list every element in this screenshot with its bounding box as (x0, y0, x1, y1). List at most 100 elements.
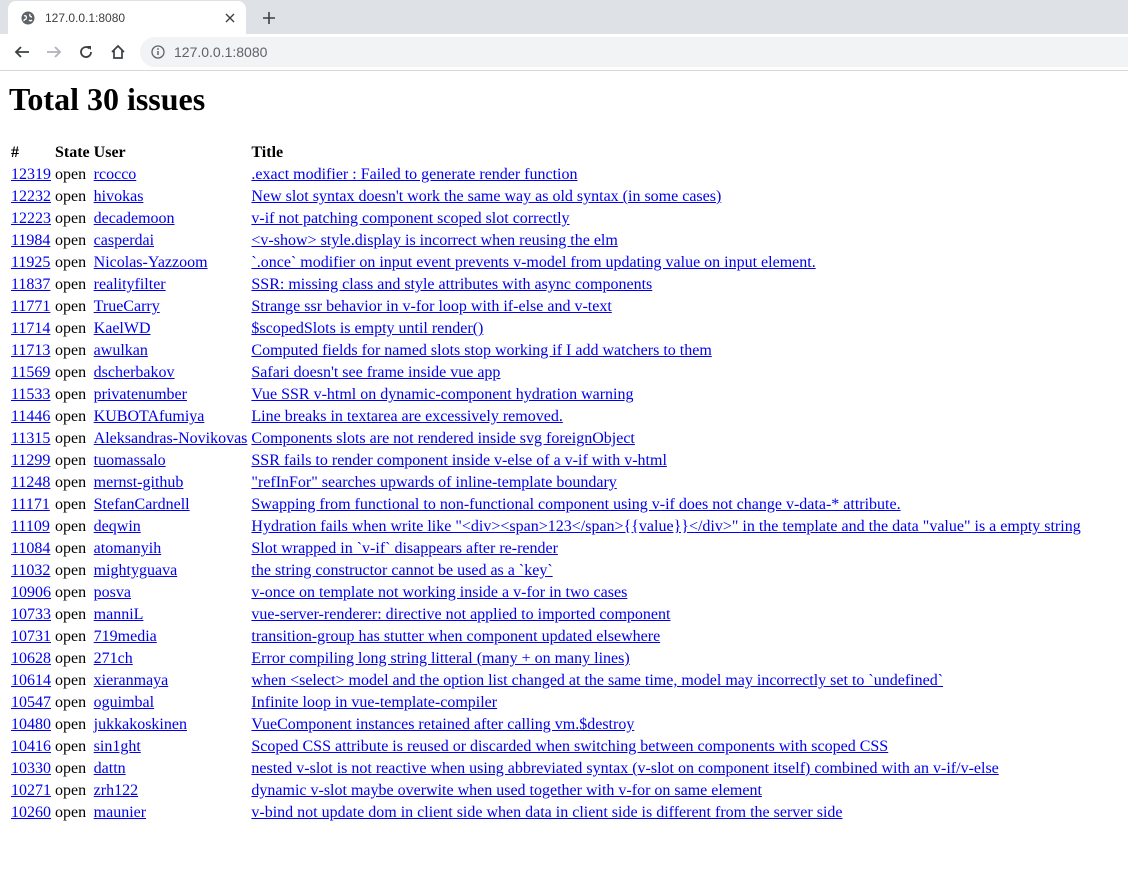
issue-number-link[interactable]: 10547 (11, 694, 51, 711)
issue-number-link[interactable]: 10733 (11, 606, 51, 623)
issue-title-link[interactable]: SSR: missing class and style attributes … (251, 276, 652, 293)
issue-user-link[interactable]: mightyguava (94, 562, 178, 579)
issue-number-link[interactable]: 11771 (11, 298, 50, 315)
issue-title-link[interactable]: Strange ssr behavior in v-for loop with … (251, 298, 611, 315)
issue-user-link[interactable]: Nicolas-Yazzoom (94, 254, 208, 271)
issue-number-link[interactable]: 11248 (11, 474, 50, 491)
issue-number-link[interactable]: 11084 (11, 540, 50, 557)
issue-user-link[interactable]: xieranmaya (94, 672, 169, 689)
issue-title-link[interactable]: Line breaks in textarea are excessively … (251, 408, 562, 425)
issue-user-link[interactable]: dattn (94, 760, 126, 777)
issue-number-link[interactable]: 11109 (11, 518, 50, 535)
issue-user-link[interactable]: jukkakoskinen (94, 716, 187, 733)
issue-title-link[interactable]: when <select> model and the option list … (251, 672, 943, 689)
issue-title-link[interactable]: VueComponent instances retained after ca… (251, 716, 634, 733)
issue-user-link[interactable]: StefanCardnell (94, 496, 190, 513)
issue-number-link[interactable]: 11569 (11, 364, 50, 381)
issue-user-link[interactable]: realityfilter (94, 276, 166, 293)
issue-title-link[interactable]: $scopedSlots is empty until render() (251, 320, 483, 337)
issue-title-link[interactable]: Hydration fails when write like "<div><s… (251, 518, 1080, 535)
issue-number-link[interactable]: 10271 (11, 782, 51, 799)
issue-title-link[interactable]: Slot wrapped in `v-if` disappears after … (251, 540, 558, 557)
issue-title-link[interactable]: SSR fails to render component inside v-e… (251, 452, 666, 469)
issue-number-link[interactable]: 12223 (11, 210, 51, 227)
issue-title-link[interactable]: v-if not patching component scoped slot … (251, 210, 569, 227)
issue-user-link[interactable]: KUBOTAfumiya (94, 408, 205, 425)
home-icon[interactable] (104, 38, 132, 66)
issue-number-link[interactable]: 11032 (11, 562, 50, 579)
issue-user-link[interactable]: awulkan (94, 342, 148, 359)
issue-title-link[interactable]: nested v-slot is not reactive when using… (251, 760, 998, 777)
issue-user-link[interactable]: 719media (94, 628, 157, 645)
issue-number-link[interactable]: 10260 (11, 804, 51, 821)
issue-user-link[interactable]: maunier (94, 804, 146, 821)
issue-title-link[interactable]: .exact modifier : Failed to generate ren… (251, 166, 577, 183)
issue-user-link[interactable]: rcocco (94, 166, 137, 183)
issue-user-link[interactable]: sin1ght (94, 738, 141, 755)
url-text[interactable]: 127.0.0.1:8080 (174, 44, 267, 60)
issue-number-link[interactable]: 11533 (11, 386, 50, 403)
plus-icon[interactable] (258, 7, 280, 29)
issue-user-link[interactable]: hivokas (94, 188, 144, 205)
issue-user-link[interactable]: TrueCarry (94, 298, 160, 315)
issue-number-link[interactable]: 10906 (11, 584, 51, 601)
issue-number-link[interactable]: 12319 (11, 166, 51, 183)
issue-user-link[interactable]: manniL (94, 606, 144, 623)
issue-user-link[interactable]: KaelWD (94, 320, 151, 337)
issue-title-link[interactable]: `.once` modifier on input event prevents… (251, 254, 815, 271)
issue-title-link[interactable]: <v-show> style.display is incorrect when… (251, 232, 617, 249)
issue-title-link[interactable]: transition-group has stutter when compon… (251, 628, 660, 645)
issue-title-link[interactable]: v-bind not update dom in client side whe… (251, 804, 842, 821)
issue-title-link[interactable]: Infinite loop in vue-template-compiler (251, 694, 497, 711)
issue-number-link[interactable]: 11171 (11, 496, 50, 513)
issue-user-link[interactable]: Aleksandras-Novikovas (94, 430, 248, 447)
issue-user-link[interactable]: tuomassalo (94, 452, 166, 469)
issue-number-link[interactable]: 11315 (11, 430, 50, 447)
issue-user-link[interactable]: privatenumber (94, 386, 187, 403)
issue-number-link[interactable]: 10628 (11, 650, 51, 667)
issue-title-link[interactable]: Swapping from functional to non-function… (251, 496, 900, 513)
issue-number-link[interactable]: 12232 (11, 188, 51, 205)
issue-number-link[interactable]: 11837 (11, 276, 50, 293)
issue-user-link[interactable]: casperdai (94, 232, 154, 249)
issue-number-link[interactable]: 10330 (11, 760, 51, 777)
issue-title-link[interactable]: Scoped CSS attribute is reused or discar… (251, 738, 888, 755)
issue-number-link[interactable]: 10416 (11, 738, 51, 755)
issue-user-link[interactable]: dscherbakov (94, 364, 175, 381)
issue-title-link[interactable]: "refInFor" searches upwards of inline-te… (251, 474, 616, 491)
issue-user-link[interactable]: atomanyih (94, 540, 162, 557)
issue-user-link[interactable]: deqwin (94, 518, 141, 535)
issue-user-link[interactable]: zrh122 (94, 782, 138, 799)
issue-title-link[interactable]: Error compiling long string litteral (ma… (251, 650, 629, 667)
back-arrow-icon[interactable] (8, 38, 36, 66)
issue-number-link[interactable]: 11984 (11, 232, 50, 249)
issue-title-link[interactable]: New slot syntax doesn't work the same wa… (251, 188, 721, 205)
address-bar[interactable]: 127.0.0.1:8080 (140, 37, 1128, 67)
issue-number-link[interactable]: 11299 (11, 452, 50, 469)
issue-number-link[interactable]: 10614 (11, 672, 51, 689)
issue-title-link[interactable]: v-once on template not working inside a … (251, 584, 627, 601)
issue-title-link[interactable]: Computed fields for named slots stop wor… (251, 342, 711, 359)
reload-icon[interactable] (72, 38, 100, 66)
issue-number-link[interactable]: 10480 (11, 716, 51, 733)
issue-title-link[interactable]: Vue SSR v-html on dynamic-component hydr… (251, 386, 633, 403)
issue-user-link[interactable]: mernst-github (94, 474, 184, 491)
issue-title-link[interactable]: Components slots are not rendered inside… (251, 430, 634, 447)
active-tab[interactable]: 127.0.0.1:8080 (8, 1, 246, 34)
issue-user-link[interactable]: posva (94, 584, 131, 601)
issue-user-link[interactable]: decademoon (94, 210, 175, 227)
issue-number-link[interactable]: 11446 (11, 408, 50, 425)
issue-user-link[interactable]: 271ch (94, 650, 133, 667)
issue-title-link[interactable]: Safari doesn't see frame inside vue app (251, 364, 500, 381)
issue-title-link[interactable]: dynamic v-slot maybe overwite when used … (251, 782, 762, 799)
issue-number-link[interactable]: 11925 (11, 254, 50, 271)
issue-title-link[interactable]: the string constructor cannot be used as… (251, 562, 552, 579)
issue-user-link[interactable]: oguimbal (94, 694, 154, 711)
forward-arrow-icon[interactable] (40, 38, 68, 66)
issue-number-link[interactable]: 11714 (11, 320, 50, 337)
issue-number-link[interactable]: 11713 (11, 342, 50, 359)
issue-title-link[interactable]: vue-server-renderer: directive not appli… (251, 606, 670, 623)
issue-number-link[interactable]: 10731 (11, 628, 51, 645)
close-icon[interactable] (220, 8, 240, 28)
info-icon[interactable] (150, 44, 166, 60)
